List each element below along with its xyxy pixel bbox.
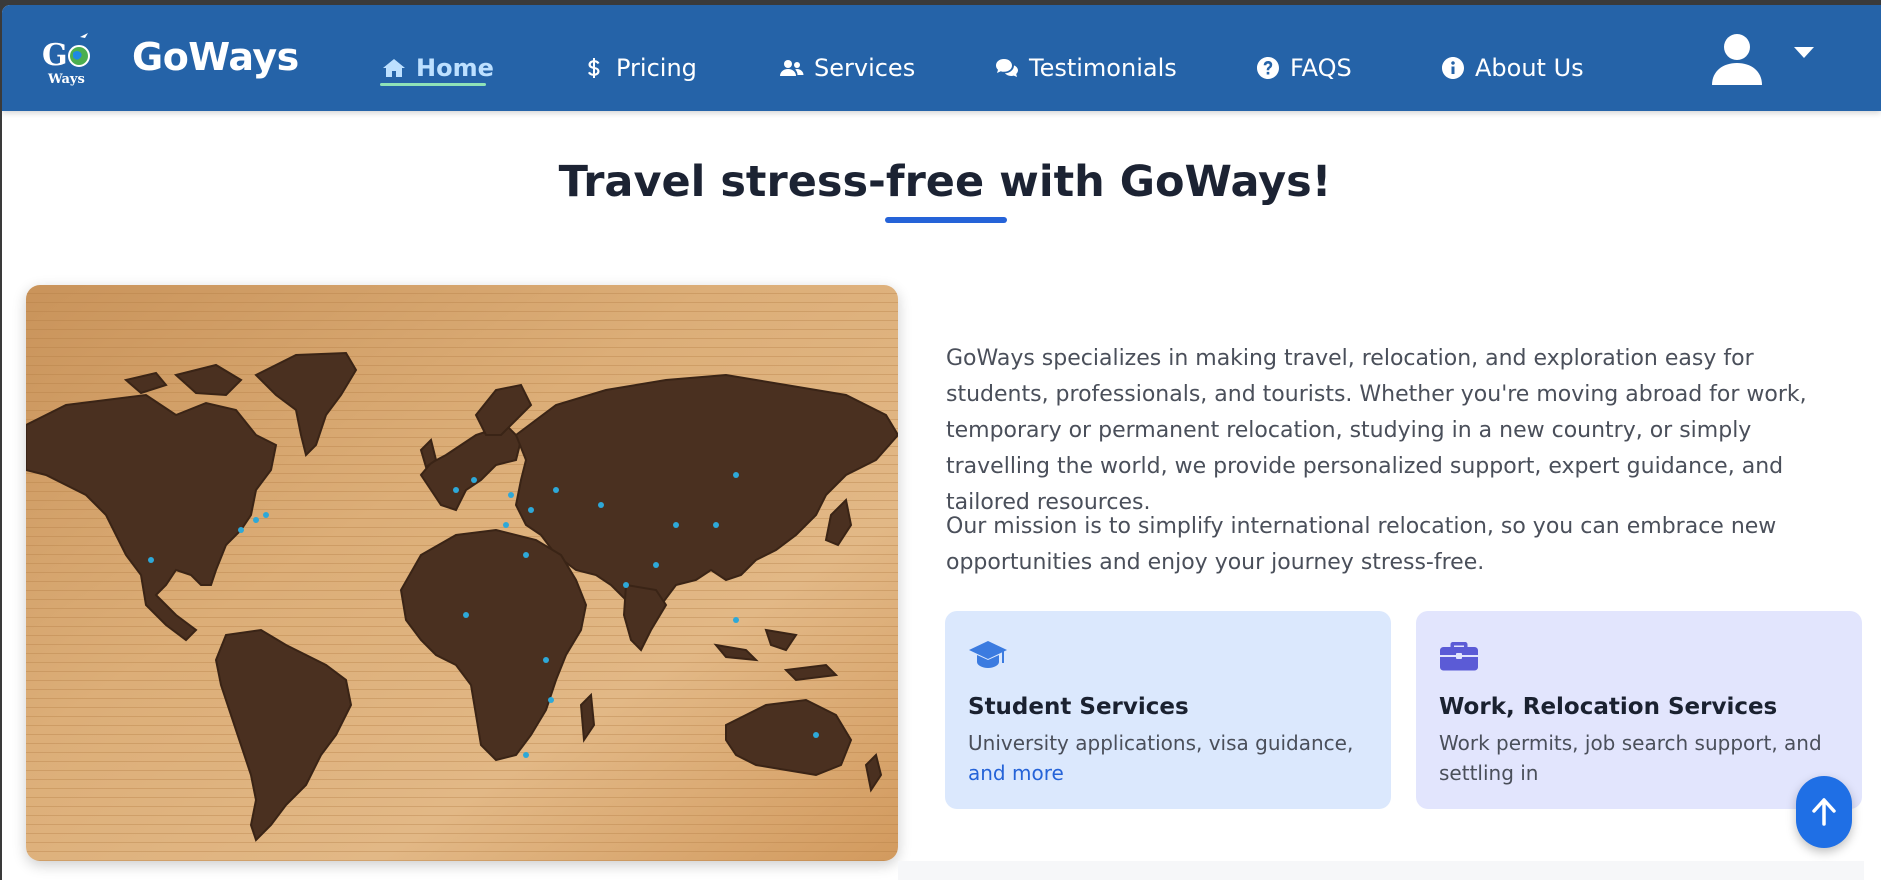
nav-about[interactable]: About Us <box>1441 51 1584 85</box>
dollar-icon <box>588 58 600 78</box>
nav-active-underline <box>380 83 486 86</box>
nav-services[interactable]: Services <box>780 51 915 85</box>
nav-home-label: Home <box>416 54 494 82</box>
nav-testimonials[interactable]: Testimonials <box>995 51 1177 85</box>
scroll-to-top-button[interactable] <box>1796 776 1852 848</box>
mission-paragraph: Our mission is to simplify international… <box>946 514 1777 575</box>
nav-pricing[interactable]: Pricing <box>582 51 697 85</box>
page-frame: G Ways GoWays Home Pricing Services Test… <box>2 5 1881 880</box>
work-relocation-desc: Work permits, job search support, and se… <box>1439 731 1822 785</box>
graduation-cap-icon <box>969 641 1007 668</box>
users-icon <box>780 60 804 76</box>
arrow-up-icon <box>1812 798 1836 826</box>
nav-faqs[interactable]: FAQS <box>1256 51 1352 85</box>
nav-pricing-label: Pricing <box>616 54 697 82</box>
nav-home[interactable]: Home <box>382 51 494 85</box>
svg-text:Ways: Ways <box>47 72 85 87</box>
nav-services-label: Services <box>814 54 916 82</box>
user-icon <box>1712 34 1762 85</box>
nav-testimonials-label: Testimonials <box>1029 54 1177 82</box>
caret-down-icon <box>1794 47 1814 58</box>
student-services-desc: University applications, visa guidance, … <box>968 728 1368 788</box>
question-circle-icon <box>1257 57 1279 79</box>
svg-text:G: G <box>42 38 68 73</box>
nav-about-label: About Us <box>1475 54 1584 82</box>
student-services-desc-text: University applications, visa guidance, <box>968 731 1354 755</box>
briefcase-icon <box>1440 642 1478 671</box>
student-services-card[interactable]: Student Services University applications… <box>945 611 1391 809</box>
brand-name[interactable]: GoWays <box>132 35 299 79</box>
student-services-title: Student Services <box>968 694 1189 720</box>
title-underline <box>885 217 1007 223</box>
navbar: G Ways GoWays Home Pricing Services Test… <box>2 5 1881 111</box>
intro-paragraph: GoWays specializes in making travel, rel… <box>946 346 1807 515</box>
student-services-more-link[interactable]: and more <box>968 761 1064 785</box>
page-title: Travel stress-free with GoWays! <box>558 157 1332 207</box>
user-menu[interactable] <box>1710 31 1814 87</box>
info-circle-icon <box>1442 57 1464 79</box>
section-bottom-strip <box>898 861 1864 880</box>
work-relocation-card[interactable]: Work, Relocation Services Work permits, … <box>1416 611 1862 809</box>
comments-icon <box>996 59 1018 77</box>
nav-faqs-label: FAQS <box>1290 54 1352 82</box>
work-relocation-title: Work, Relocation Services <box>1439 694 1778 720</box>
home-icon <box>383 59 405 77</box>
world-map-image <box>26 285 898 861</box>
goways-logo[interactable]: G Ways <box>40 31 98 89</box>
